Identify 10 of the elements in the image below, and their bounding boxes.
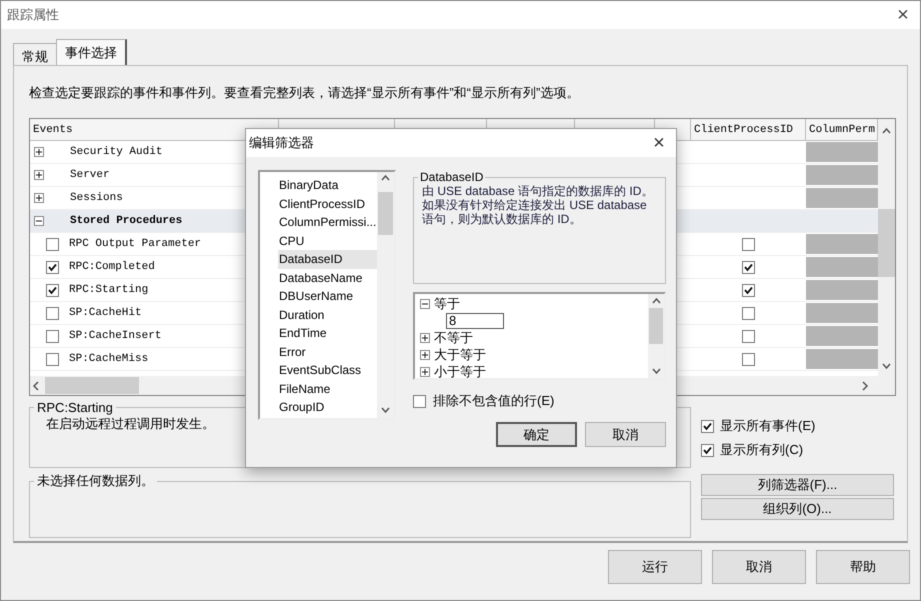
group-title: DatabaseID <box>419 170 484 184</box>
window-title: 跟踪属性 <box>7 6 59 24</box>
group-title: 未选择任何数据列。 <box>36 472 155 490</box>
description-text: 由 USE database 语句指定的数据库的 ID。如果没有针对给定连接发出 USE database 语句，则为默认数据库的 ID。 <box>422 184 654 226</box>
option-label: 显示所有列(C) <box>720 441 804 459</box>
description-text: 在启动远程过程调用时发生。 <box>46 415 216 433</box>
option-label: 排除不包含值的行(E) <box>433 392 554 410</box>
group-title: RPC:Starting <box>36 400 114 415</box>
instruction-text: 检查选定要跟踪的事件和事件列。要查看完整列表，请选择“显示所有事件”和“显示所有列”选项。 <box>29 84 580 102</box>
option-label: 显示所有事件(E) <box>720 417 816 435</box>
